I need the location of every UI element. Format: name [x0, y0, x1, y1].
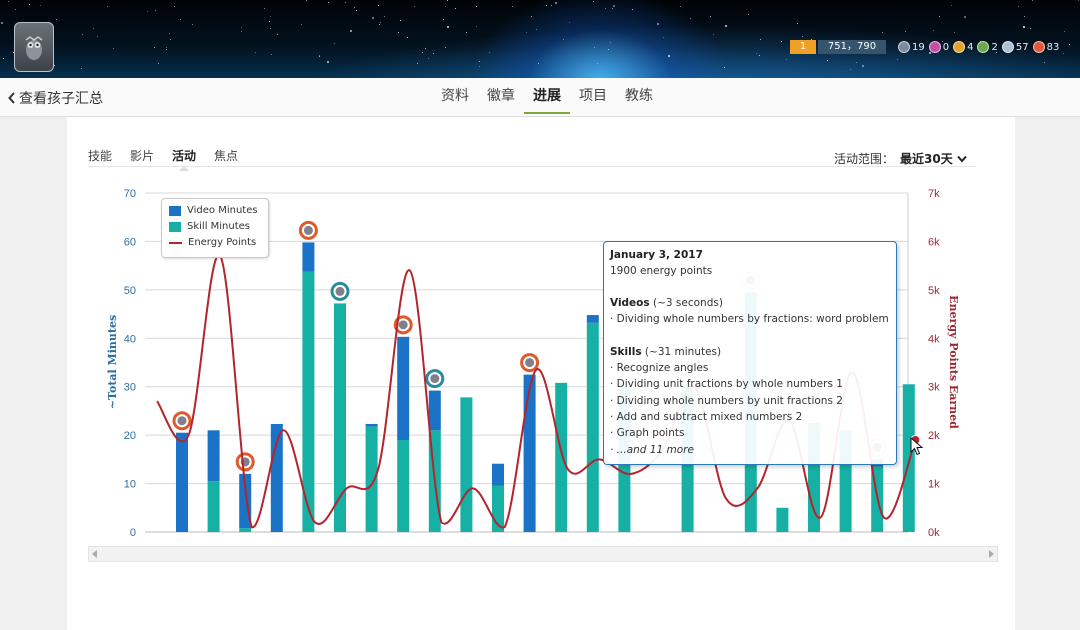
- bar-skill-minutes: [365, 426, 378, 532]
- y-axis-title: ~Total Minutes: [106, 315, 119, 409]
- tooltip-skill-item: · Add and subtract mixed numbers 2: [610, 410, 803, 423]
- bar-video-minutes: [302, 242, 315, 272]
- chart-horizontal-scrollbar[interactable]: [88, 546, 998, 562]
- tooltip-skill-item: · Dividing unit fractions by whole numbe…: [610, 378, 843, 391]
- badge-marker-center: [430, 374, 440, 384]
- bar-skill-minutes: [555, 382, 568, 532]
- bar-skill-minutes: [902, 384, 915, 532]
- y-tick-label: 10: [124, 479, 136, 491]
- bar-video-minutes: [586, 315, 599, 323]
- legend-label-video: Video Minutes: [187, 205, 258, 216]
- y-tick-label: 50: [124, 285, 136, 297]
- bar-skill-minutes: [207, 481, 220, 532]
- y-tick-label: 60: [124, 236, 136, 248]
- y2-tick-label: 5k: [928, 285, 940, 297]
- tooltip-skill-item: · ...and 11 more: [610, 443, 694, 456]
- bar-video-minutes: [365, 424, 378, 427]
- tooltip-skill-item: · Dividing whole numbers by unit fractio…: [610, 394, 843, 407]
- activity-chart: 0 0k 10 1k 20 2k 30 3k 40 4k 50 5k 60 6k 70 7k ~Total Mi…: [106, 188, 960, 539]
- tooltip-date: January 3, 2017: [610, 249, 703, 261]
- legend-item-skill[interactable]: Skill Minutes: [169, 221, 250, 232]
- mouse-cursor-icon: [910, 437, 924, 456]
- legend-label-skill: Skill Minutes: [187, 221, 251, 232]
- badge-marker-center: [303, 225, 313, 235]
- y2-tick-label: 1k: [928, 479, 940, 491]
- y2-tick-label: 6k: [928, 236, 940, 248]
- y-tick-label: 30: [124, 382, 136, 394]
- badge-marker-center: [177, 416, 187, 426]
- y2-tick-label: 2k: [928, 430, 940, 442]
- tooltip-energy: 1900 energy points: [610, 265, 713, 277]
- y2-tick-label: 7k: [928, 188, 940, 200]
- y-tick-label: 20: [124, 430, 136, 442]
- bar-skill-minutes: [776, 507, 789, 532]
- legend-label-energy: Energy Points: [188, 237, 257, 248]
- legend-swatch-skill: [169, 221, 181, 232]
- y2-tick-label: 4k: [928, 333, 940, 345]
- bar-video-minutes: [176, 432, 188, 532]
- bar-video-minutes: [523, 374, 536, 532]
- bar-video-minutes: [207, 430, 220, 482]
- bar-video-minutes: [428, 390, 441, 431]
- y2-tick-label: 3k: [928, 382, 940, 394]
- legend-swatch-energy: [169, 241, 182, 244]
- tooltip-skill-item: · Graph points: [610, 427, 685, 440]
- scroll-right-arrow-icon[interactable]: [989, 550, 994, 558]
- tooltip-skill-item: · Recognize angles: [610, 362, 709, 374]
- y-tick-label: 70: [124, 188, 136, 200]
- badge-marker-center: [398, 320, 408, 330]
- bar-video-minutes: [397, 336, 410, 440]
- bar-skill-minutes: [586, 322, 599, 532]
- legend-item-video[interactable]: Video Minutes: [169, 205, 258, 216]
- tooltip-skills-heading: Skills (~31 minutes): [610, 346, 722, 358]
- bar-video-minutes: [492, 463, 504, 486]
- tooltip-video-item: · Dividing whole numbers by fractions: w…: [610, 313, 889, 325]
- bar-skill-minutes: [460, 397, 473, 532]
- chart-legend: Video Minutes Skill Minutes Energy Point…: [161, 198, 269, 258]
- scroll-left-arrow-icon[interactable]: [92, 550, 97, 558]
- y2-tick-label: 0k: [928, 527, 940, 539]
- legend-item-energy[interactable]: Energy Points: [169, 237, 256, 248]
- badge-marker-center: [525, 358, 535, 368]
- y-tick-label: 0: [130, 527, 136, 539]
- y-tick-label: 40: [124, 333, 136, 345]
- legend-swatch-video: [169, 205, 181, 216]
- chart-tooltip: January 3, 2017 1900 energy points Video…: [603, 241, 897, 465]
- y2-axis-title: Energy Points Earned: [947, 295, 960, 429]
- bar-skill-minutes: [239, 528, 252, 532]
- badge-marker-center: [335, 286, 345, 296]
- tooltip-videos-heading: Videos (~3 seconds): [610, 297, 723, 309]
- bar-skill-minutes: [397, 439, 410, 532]
